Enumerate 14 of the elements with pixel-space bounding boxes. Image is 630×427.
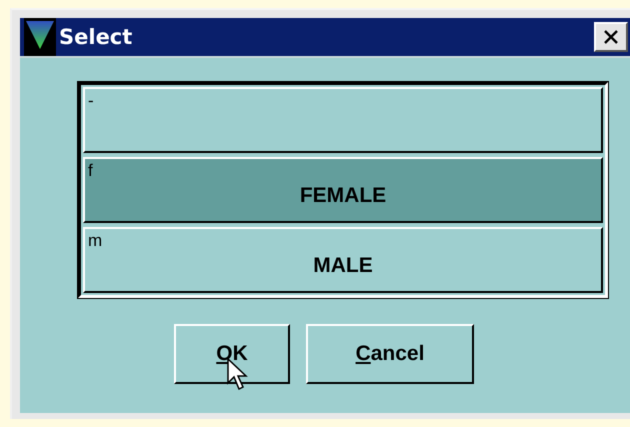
option-label: MALE <box>313 254 373 278</box>
option-row[interactable]: f FEMALE <box>83 157 603 223</box>
cancel-button[interactable]: Cancel <box>306 324 474 384</box>
option-code: - <box>88 91 94 111</box>
option-row[interactable]: m MALE <box>83 227 603 293</box>
close-button[interactable] <box>594 22 628 52</box>
option-code: f <box>88 161 93 181</box>
option-row[interactable]: - <box>83 87 603 153</box>
close-icon[interactable] <box>602 28 620 46</box>
option-label: FEMALE <box>300 184 386 208</box>
triangle-logo-icon <box>24 18 56 56</box>
window-title: Select <box>59 25 134 49</box>
option-code: m <box>88 231 102 251</box>
ok-button[interactable]: OK <box>174 324 290 384</box>
